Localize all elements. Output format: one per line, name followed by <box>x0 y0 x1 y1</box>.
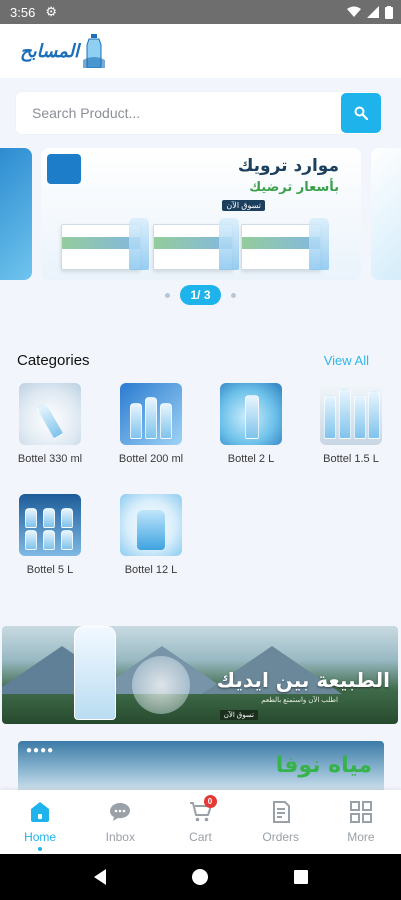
grid-menu-icon <box>349 801 372 823</box>
banner-shop-tag: تسوق الآن <box>219 710 258 720</box>
slide-brand-logo <box>47 154 81 184</box>
carousel-slide-next[interactable] <box>371 148 401 280</box>
active-indicator <box>38 847 43 851</box>
category-label: Bottel 200 ml <box>118 453 184 465</box>
nature-promo-banner[interactable]: الطبيعة بين ايديك اطلب الآن واستمتع بالط… <box>2 626 398 724</box>
nav-cart[interactable]: 0 Cart <box>160 790 240 854</box>
nav-inbox[interactable]: Inbox <box>80 790 160 854</box>
category-item-12l[interactable]: Bottel 12 L <box>111 494 191 578</box>
view-all-link[interactable]: View All <box>324 353 369 368</box>
logo-text: المسابح <box>20 40 80 62</box>
nav-home[interactable]: Home <box>0 790 80 854</box>
search-bar <box>16 92 382 134</box>
battery-icon <box>385 5 393 19</box>
water-glass-image <box>132 656 190 714</box>
nav-orders-label: Orders <box>262 830 300 844</box>
bottle-image <box>74 626 116 720</box>
search-input[interactable] <box>32 105 341 121</box>
home-button-icon[interactable] <box>191 868 209 886</box>
category-item-1-5l[interactable]: Bottel 1.5 L <box>311 383 391 467</box>
bottle-330ml-image <box>19 383 81 445</box>
category-item-330ml[interactable]: Bottel 330 ml <box>10 383 90 467</box>
category-item-200ml[interactable]: Bottel 200 ml <box>111 383 191 467</box>
banner-decoration: ●●●● <box>26 745 55 756</box>
search-button[interactable] <box>341 93 381 133</box>
app-logo[interactable]: المسابح <box>20 34 106 68</box>
bottle-200ml-image <box>120 383 182 445</box>
carousel-dot[interactable] <box>230 292 236 298</box>
categories-title: Categories <box>17 352 90 369</box>
orders-document-icon <box>272 801 290 823</box>
chat-bubble-icon <box>110 803 131 821</box>
bottle-image <box>309 218 329 270</box>
category-item-5l[interactable]: Bottel 5 L <box>10 494 90 578</box>
nav-inbox-label: Inbox <box>105 830 135 844</box>
search-icon <box>354 106 368 120</box>
bottle-5l-image <box>19 494 81 556</box>
bottle-logo-icon <box>83 34 106 68</box>
nav-more-label: More <box>347 830 375 844</box>
category-label: Bottel 330 ml <box>17 453 83 465</box>
categories-header: Categories View All <box>17 352 369 369</box>
carousel-dot[interactable] <box>165 292 171 298</box>
promo-carousel[interactable]: موارد ترويك بأسعار ترضيك تسوق الآن <box>0 148 401 282</box>
signal-icon <box>367 6 379 18</box>
status-bar: 3:56 ⚙ <box>0 0 401 24</box>
bottle-image <box>129 218 149 270</box>
category-label: Bottel 5 L <box>26 564 74 576</box>
nav-cart-label: Cart <box>189 830 212 844</box>
back-icon[interactable] <box>92 868 108 886</box>
category-label: Bottel 12 L <box>124 564 178 576</box>
banner-title: الطبيعة بين ايديك <box>216 668 390 692</box>
cart-count-badge: 0 <box>203 795 217 808</box>
nav-orders[interactable]: Orders <box>241 790 321 854</box>
category-label: Bottel 1.5 L <box>323 453 379 465</box>
slide-subtitle: بأسعار ترضيك <box>249 180 339 195</box>
bottle-12l-image <box>120 494 182 556</box>
bottle-1-5l-image <box>320 383 382 445</box>
cart-icon-wrapper: 0 <box>189 795 217 824</box>
nav-more[interactable]: More <box>321 790 401 854</box>
carousel-slide-previous[interactable] <box>0 148 32 280</box>
nav-home-label: Home <box>24 830 57 844</box>
recents-icon[interactable] <box>293 869 309 885</box>
home-icon <box>31 802 50 822</box>
app-header: المسابح <box>0 24 401 78</box>
settings-icon: ⚙ <box>45 4 57 19</box>
bottle-2l-image <box>220 383 282 445</box>
slide-shop-tag: تسوق الآن <box>222 200 265 211</box>
nova-promo-banner[interactable]: ●●●● مياه نوفا <box>18 741 384 791</box>
system-navigation-bar <box>0 854 401 900</box>
carousel-indicator: 1/ 3 <box>0 284 401 306</box>
slide-title: موارد ترويك <box>237 156 339 176</box>
bottle-image <box>219 218 239 270</box>
carousel-page-indicator: 1/ 3 <box>180 285 221 305</box>
category-item-2l[interactable]: Bottel 2 L <box>211 383 291 467</box>
banner-title: مياه نوفا <box>275 753 372 778</box>
carousel-slide-current[interactable]: موارد ترويك بأسعار ترضيك تسوق الآن <box>41 148 361 280</box>
status-icons <box>347 5 393 19</box>
category-label: Bottel 2 L <box>227 453 275 465</box>
bottom-navigation: Home Inbox 0 Cart Orders More <box>0 790 401 854</box>
status-time: 3:56 <box>10 4 36 20</box>
banner-subtitle: اطلب الآن واستمتع بالطعم <box>261 697 338 704</box>
wifi-icon <box>347 6 361 17</box>
